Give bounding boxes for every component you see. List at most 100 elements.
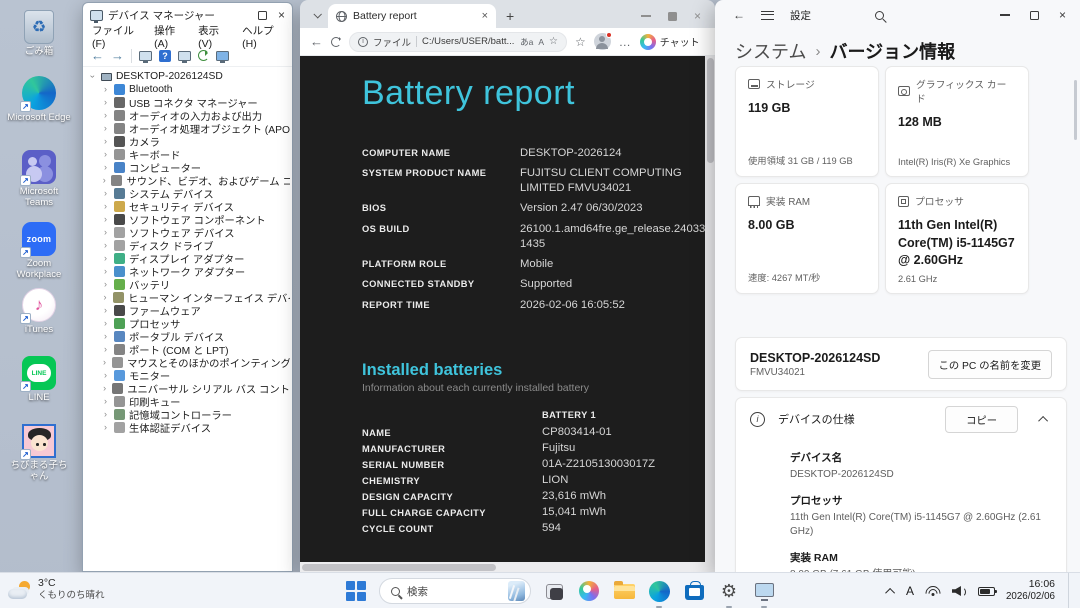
chevron-right-icon[interactable]: › xyxy=(101,371,110,380)
search-highlight-image[interactable] xyxy=(508,581,525,601)
chevron-right-icon[interactable]: › xyxy=(101,176,107,185)
device-manager-button[interactable] xyxy=(752,573,776,608)
rename-pc-button[interactable]: この PC の名前を変更 xyxy=(927,349,1052,379)
chevron-right-icon[interactable]: › xyxy=(101,293,109,302)
desktop-icon-zoom[interactable]: zoom ↗ Zoom Workplace xyxy=(6,222,72,281)
show-console-tree-icon[interactable] xyxy=(139,50,152,63)
favorites-bar-icon[interactable]: ☆ xyxy=(575,35,586,49)
read-aloud-icon[interactable]: A xyxy=(538,37,544,47)
scrollbar-thumb[interactable] xyxy=(302,563,497,571)
search-icon[interactable] xyxy=(875,10,884,20)
back-icon[interactable]: ← xyxy=(310,35,323,48)
translate-icon[interactable]: あa xyxy=(520,36,533,48)
chevron-right-icon[interactable]: › xyxy=(101,85,110,94)
device-category-row[interactable]: › 生体認証デバイス xyxy=(88,421,290,435)
settings-titlebar[interactable]: ← 設定 × xyxy=(715,0,1080,30)
chevron-right-icon[interactable]: › xyxy=(101,410,110,419)
device-category-row[interactable]: › ファームウェア xyxy=(88,304,290,318)
hidden-icons-chevron[interactable] xyxy=(885,587,895,598)
chevron-right-icon[interactable]: › xyxy=(101,332,110,341)
favorite-star-icon[interactable]: ☆ xyxy=(549,36,558,47)
chevron-right-icon[interactable]: › xyxy=(101,397,110,406)
chevron-right-icon[interactable]: › xyxy=(101,319,110,328)
chevron-right-icon[interactable]: › xyxy=(101,384,108,393)
help-icon[interactable]: ? xyxy=(159,49,171,62)
scan-hardware-changes-icon[interactable] xyxy=(198,50,209,61)
microsoft-store-button[interactable] xyxy=(682,573,706,608)
chevron-right-icon[interactable]: › xyxy=(101,215,110,224)
close-button[interactable]: × xyxy=(278,9,285,21)
chevron-expanded-icon[interactable]: › xyxy=(88,75,98,78)
horizontal-scrollbar[interactable] xyxy=(300,562,705,572)
collapse-chevron-icon[interactable] xyxy=(1038,415,1049,426)
chevron-right-icon[interactable]: › xyxy=(101,124,110,133)
settings-more-icon[interactable]: … xyxy=(619,35,632,49)
desktop-icon-character-app[interactable]: ↗ ちびまる子ちゃん xyxy=(6,424,72,483)
chevron-right-icon[interactable]: › xyxy=(101,358,108,367)
copilot-button[interactable]: チャット xyxy=(639,33,700,50)
address-bar[interactable]: i ファイル C:/Users/USER/batt... あa A ☆ xyxy=(349,31,567,52)
taskbar-search-box[interactable]: 検索 xyxy=(379,578,531,604)
chevron-right-icon[interactable]: › xyxy=(101,163,110,172)
forward-icon[interactable]: → xyxy=(111,49,124,62)
vertical-scrollbar[interactable] xyxy=(705,56,715,562)
desktop-icon-line[interactable]: LINE ↗ LINE xyxy=(6,356,72,404)
chevron-right-icon[interactable]: › xyxy=(101,254,110,263)
profile-avatar[interactable] xyxy=(593,32,612,50)
wifi-icon[interactable] xyxy=(924,585,941,597)
maximize-button[interactable] xyxy=(667,11,677,21)
start-button[interactable] xyxy=(344,573,368,608)
chevron-right-icon[interactable]: › xyxy=(101,345,110,354)
chevron-right-icon[interactable]: › xyxy=(101,306,110,315)
device-category-row[interactable]: › ネットワーク アダプター xyxy=(88,265,290,279)
close-button[interactable]: × xyxy=(694,10,701,22)
menu-item[interactable]: ファイル(F) xyxy=(92,23,141,50)
maximize-button[interactable] xyxy=(257,10,267,20)
new-tab-button[interactable]: + xyxy=(506,9,514,23)
ime-mode-indicator[interactable]: A xyxy=(906,584,914,598)
chevron-right-icon[interactable]: › xyxy=(101,111,110,120)
refresh-icon[interactable] xyxy=(331,36,341,47)
maximize-button[interactable] xyxy=(1029,10,1039,20)
close-button[interactable]: × xyxy=(1059,9,1066,21)
battery-icon[interactable] xyxy=(977,586,997,596)
copy-button[interactable]: コピー xyxy=(945,405,1018,433)
task-view-button[interactable] xyxy=(542,573,566,608)
copilot-button[interactable] xyxy=(577,573,601,608)
chevron-right-icon[interactable]: › xyxy=(101,241,110,250)
desktop-icon-itunes[interactable]: ♪ ↗ iTunes xyxy=(6,288,72,336)
back-icon[interactable]: ← xyxy=(733,9,745,21)
computer-scan-icon[interactable] xyxy=(216,50,229,63)
show-desktop-button[interactable] xyxy=(1068,573,1072,608)
chevron-right-icon[interactable]: › xyxy=(101,228,110,237)
device-tree-root[interactable]: › DESKTOP-2026124SD xyxy=(88,70,290,83)
menu-icon[interactable] xyxy=(761,10,774,20)
weather-widget[interactable]: 3°C くもりのち晴れ xyxy=(8,577,105,602)
chevron-right-icon[interactable]: › xyxy=(101,150,110,159)
desktop-icon-edge[interactable]: ↗ Microsoft Edge xyxy=(6,76,72,124)
chevron-right-icon[interactable]: › xyxy=(101,137,110,146)
chevron-right-icon[interactable]: › xyxy=(101,280,110,289)
device-category-row[interactable]: › マウスとそのほかのポインティング デバイス xyxy=(88,356,290,370)
chevron-right-icon[interactable]: › xyxy=(101,98,110,107)
desktop-icon-teams[interactable]: ↗ Microsoft Teams xyxy=(6,150,72,209)
device-category-row[interactable]: › オーディオ処理オブジェクト (APO) xyxy=(88,122,290,136)
vertical-scrollbar[interactable] xyxy=(1074,80,1077,140)
menu-item[interactable]: 操作(A) xyxy=(154,23,185,50)
minimize-button[interactable] xyxy=(999,14,1010,16)
clock[interactable]: 16:06 2026/02/06 xyxy=(1006,578,1055,604)
tab-actions-menu-button[interactable] xyxy=(308,6,326,24)
breadcrumb-system[interactable]: システム xyxy=(735,38,806,64)
menu-item[interactable]: ヘルプ(H) xyxy=(242,23,283,50)
chevron-right-icon[interactable]: › xyxy=(101,189,110,198)
chevron-right-icon[interactable]: › xyxy=(101,202,110,211)
minimize-button[interactable] xyxy=(640,15,651,17)
address-url[interactable]: C:/Users/USER/batt... xyxy=(422,36,515,47)
chevron-right-icon[interactable]: › xyxy=(101,267,110,276)
settings-button[interactable]: ⚙ xyxy=(717,573,741,608)
info-icon[interactable]: i xyxy=(358,36,368,47)
file-explorer-button[interactable] xyxy=(612,573,636,608)
properties-icon[interactable] xyxy=(178,50,191,63)
edge-button[interactable] xyxy=(647,573,671,608)
device-category-row[interactable]: › カメラ xyxy=(88,135,290,149)
